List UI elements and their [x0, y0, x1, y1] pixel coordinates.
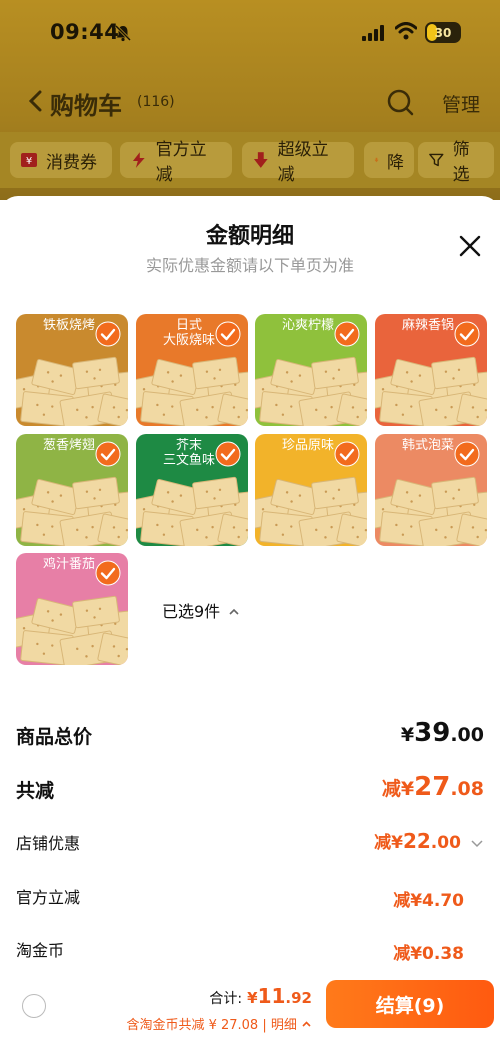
- filter-price-drop-label: 降: [387, 152, 404, 173]
- check-icon[interactable]: [95, 321, 121, 347]
- product-thumbnail[interactable]: 韩式泡菜: [375, 434, 487, 546]
- cart-count: (116): [137, 94, 175, 110]
- row-total-price: 商品总价 ¥39.00: [16, 718, 484, 752]
- coupon-icon: ¥: [21, 153, 37, 167]
- product-thumbnail[interactable]: 芥末 三文鱼味: [136, 434, 248, 546]
- footer-total-dec: .92: [285, 989, 312, 1007]
- search-icon[interactable]: [386, 88, 414, 116]
- checkout-button[interactable]: 结算(9): [326, 980, 494, 1028]
- amount-detail-sheet: 金额明细 实际优惠金额请以下单页为准 铁板烧烤 日式 大阪烧味 沁爽柠檬 麻辣香锅葱香…: [0, 196, 500, 1038]
- filter-label: 筛选: [452, 140, 470, 185]
- check-icon[interactable]: [95, 441, 121, 467]
- total-price-value: ¥39.00: [400, 718, 484, 748]
- footer-total-int: 11: [257, 984, 286, 1008]
- selected-count-toggle[interactable]: 已选9件: [162, 598, 240, 622]
- check-icon[interactable]: [334, 441, 360, 467]
- official-discount-label: 官方立减: [16, 888, 81, 907]
- official-discount-value: 减¥4.70: [393, 891, 464, 911]
- close-icon[interactable]: [458, 234, 482, 258]
- lightning-icon: [132, 152, 145, 168]
- row-store-discount[interactable]: 店铺优惠 减¥22.00: [16, 828, 484, 860]
- filter-official-label: 官方立减: [155, 140, 207, 185]
- price-drop-icon: [374, 157, 379, 163]
- total-reduction-label: 共减: [16, 780, 55, 802]
- product-thumbnail[interactable]: 沁爽柠檬: [255, 314, 367, 426]
- signal-icon: [362, 25, 384, 41]
- filter-super[interactable]: 超级立减: [242, 140, 354, 185]
- coin-discount-value: 减¥0.38: [393, 944, 464, 964]
- total-price-label: 商品总价: [16, 726, 93, 748]
- select-all-radio[interactable]: [22, 994, 46, 1018]
- row-official-discount: 官方立减 减¥4.70: [16, 884, 484, 914]
- product-thumbnail[interactable]: 铁板烧烤: [16, 314, 128, 426]
- filter-official[interactable]: 官方立减: [120, 140, 232, 185]
- cart-header: 购物车 (116) 管理: [0, 80, 500, 124]
- footer-detail-text: 含淘金币共减 ¥ 27.08 | 明细: [126, 1018, 297, 1033]
- filter-super-label: 超级立减: [277, 140, 329, 185]
- battery-indicator: 30: [425, 22, 461, 43]
- footer-detail-link[interactable]: 含淘金币共减 ¥ 27.08 | 明细: [126, 1014, 312, 1033]
- sheet-subtitle: 实际优惠金额请以下单页为准: [145, 256, 354, 275]
- footer-total: 合计: ¥11.92: [209, 984, 312, 1008]
- check-icon[interactable]: [334, 321, 360, 347]
- footer-total-label: 合计:: [209, 991, 243, 1007]
- status-bar: 09:44 30: [0, 0, 500, 66]
- check-icon[interactable]: [215, 441, 241, 467]
- svg-text:¥: ¥: [26, 156, 32, 167]
- page-title: 购物车: [50, 92, 122, 120]
- filter-coupon-label: 消费券: [46, 152, 97, 173]
- product-thumbnail[interactable]: 珍品原味: [255, 434, 367, 546]
- footer-total-currency: ¥: [247, 989, 258, 1007]
- check-icon[interactable]: [215, 321, 241, 347]
- row-coin-discount: 淘金币 减¥0.38: [16, 937, 484, 967]
- product-thumbnail[interactable]: 鸡汁番茄: [16, 553, 128, 665]
- arrow-down-icon: [253, 152, 268, 168]
- selected-count-label: 已选9件: [162, 602, 221, 621]
- filter-bar: ¥ 消费券 官方立减 超级立减 降 筛选: [0, 132, 500, 188]
- checkout-footer: 合计: ¥11.92 含淘金币共减 ¥ 27.08 | 明细 结算(9): [0, 970, 500, 1038]
- product-thumbnail[interactable]: 日式 大阪烧味: [136, 314, 248, 426]
- row-total-reduction: 共减 减¥27.08: [16, 772, 484, 806]
- check-icon[interactable]: [95, 560, 121, 586]
- filter-button[interactable]: 筛选: [418, 140, 494, 185]
- chevron-up-icon: [302, 1021, 311, 1027]
- check-icon[interactable]: [454, 441, 480, 467]
- manage-button[interactable]: 管理: [442, 90, 480, 117]
- product-thumbnail[interactable]: 麻辣香锅: [375, 314, 487, 426]
- coin-discount-label: 淘金币: [16, 941, 65, 960]
- chevron-down-icon: [471, 840, 483, 848]
- wifi-icon: [395, 22, 417, 40]
- status-time: 09:44: [50, 20, 120, 44]
- sheet-title: 金额明细: [205, 224, 294, 249]
- filter-price-drop[interactable]: 降: [364, 142, 414, 178]
- chevron-up-icon: [229, 608, 239, 615]
- filter-coupon[interactable]: ¥ 消费券: [10, 142, 112, 178]
- store-discount-value: 减¥22.00: [374, 828, 484, 853]
- bell-off-icon: [114, 24, 132, 42]
- funnel-icon: [429, 153, 444, 167]
- back-chevron-icon[interactable]: [28, 90, 42, 112]
- store-discount-label: 店铺优惠: [16, 834, 81, 853]
- check-icon[interactable]: [454, 321, 480, 347]
- battery-level: 30: [434, 25, 452, 40]
- total-reduction-value: 减¥27.08: [381, 772, 484, 802]
- product-thumbnail[interactable]: 葱香烤翅: [16, 434, 128, 546]
